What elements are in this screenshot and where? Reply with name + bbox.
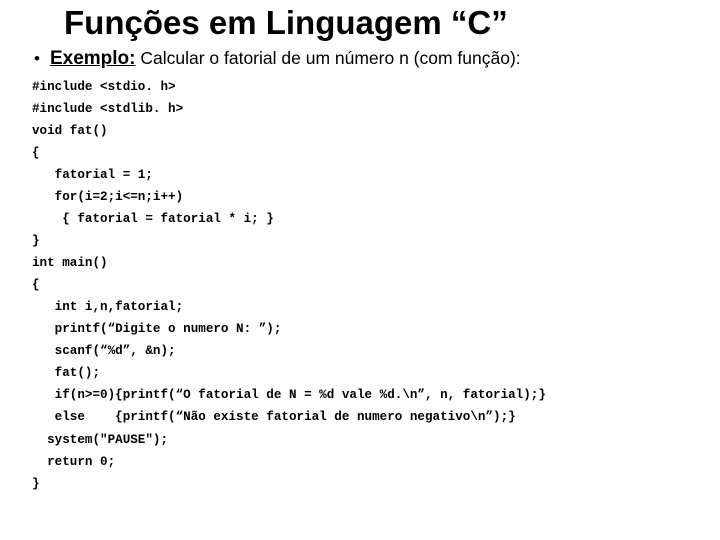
code-line: if(n>=0){printf(“O fatorial de N = %d va… xyxy=(32,384,692,406)
code-line: { xyxy=(32,142,692,164)
code-line: #include <stdlib. h> xyxy=(32,98,692,120)
code-line: #include <stdio. h> xyxy=(32,76,692,98)
code-line: system("PAUSE"); xyxy=(32,429,692,451)
code-line: for(i=2;i<=n;i++) xyxy=(32,186,692,208)
slide: Funções em Linguagem “C” • Exemplo: Calc… xyxy=(0,0,720,495)
code-line: void fat() xyxy=(32,120,692,142)
code-line: int i,n,fatorial; xyxy=(32,296,692,318)
code-line: fat(); xyxy=(32,362,692,384)
example-label: Exemplo: xyxy=(50,48,136,69)
example-text: Calcular o fatorial de um número n (com … xyxy=(135,48,520,68)
code-line: else {printf(“Não existe fatorial de num… xyxy=(32,406,692,428)
bullet-content: Exemplo: Calcular o fatorial de um númer… xyxy=(50,48,521,70)
code-line: } xyxy=(32,473,692,495)
code-line: scanf(“%d”, &n); xyxy=(32,340,692,362)
code-line: printf(“Digite o numero N: ”); xyxy=(32,318,692,340)
example-bullet: • Exemplo: Calcular o fatorial de um núm… xyxy=(34,48,692,70)
code-line: return 0; xyxy=(32,451,692,473)
bullet-icon: • xyxy=(34,50,40,67)
code-line: { xyxy=(32,274,692,296)
code-line: fatorial = 1; xyxy=(32,164,692,186)
code-line: { fatorial = fatorial * i; } xyxy=(32,208,692,230)
slide-title: Funções em Linguagem “C” xyxy=(64,4,692,42)
code-line: int main() xyxy=(32,252,692,274)
code-block: #include <stdio. h>#include <stdlib. h>v… xyxy=(32,76,692,495)
code-line: } xyxy=(32,230,692,252)
